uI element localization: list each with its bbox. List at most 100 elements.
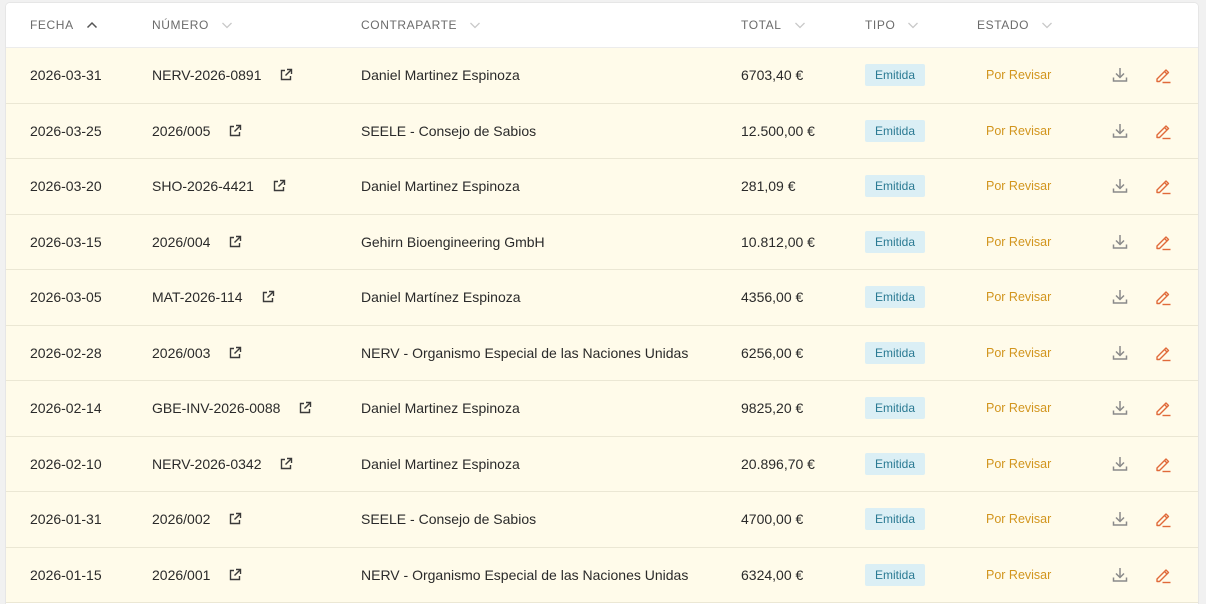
type-badge: Emitida [865, 286, 926, 309]
pencil-icon[interactable] [1152, 564, 1174, 586]
column-header-estado[interactable]: ESTADO [977, 3, 1053, 47]
type-badge: Emitida [865, 175, 926, 198]
download-icon[interactable] [1109, 286, 1131, 308]
type-badge: Emitida [865, 563, 926, 586]
cell-contraparte: Daniel Martinez Espinoza [361, 178, 520, 195]
cell-contraparte: NERV - Organismo Especial de las Nacione… [361, 344, 689, 361]
table-row[interactable]: 2026-03-05 MAT-2026-114 Daniel Martínez … [6, 270, 1198, 326]
cell-download [1109, 215, 1131, 270]
column-header-contraparte[interactable]: CONTRAPARTE [361, 3, 481, 47]
chevron-down-icon[interactable] [221, 21, 233, 29]
invoice-number: SHO-2026-4421 [152, 178, 254, 195]
cell-fecha: 2026-01-15 [30, 566, 102, 583]
cell-download [1109, 270, 1131, 325]
pencil-icon[interactable] [1152, 453, 1174, 475]
chevron-down-icon[interactable] [907, 21, 919, 29]
pencil-icon[interactable] [1152, 286, 1174, 308]
cell-estado: Por Revisar [986, 104, 1051, 159]
column-header-fecha[interactable]: FECHA [30, 3, 98, 47]
cell-tipo: Emitida [865, 492, 926, 547]
cell-estado: Por Revisar [986, 548, 1051, 603]
external-link-icon[interactable] [228, 346, 242, 360]
download-icon[interactable] [1109, 120, 1131, 142]
cell-tipo: Emitida [865, 437, 926, 492]
download-icon[interactable] [1109, 231, 1131, 253]
cell-estado: Por Revisar [986, 437, 1051, 492]
cell-numero: GBE-INV-2026-0088 [152, 381, 312, 436]
download-icon[interactable] [1109, 342, 1131, 364]
external-link-icon[interactable] [279, 68, 293, 82]
pencil-icon[interactable] [1152, 342, 1174, 364]
invoices-table: FECHA NÚMERO CONTRAPARTE TOTAL TIPO ESTA… [6, 3, 1198, 604]
table-row[interactable]: 2026-03-20 SHO-2026-4421 Daniel Martinez… [6, 159, 1198, 215]
cell-download [1109, 381, 1131, 436]
invoice-number: 2026/003 [152, 344, 211, 361]
cell-numero: NERV-2026-0891 [152, 48, 293, 103]
table-row[interactable]: 2026-01-31 2026/002 SEELE - Consejo de S… [6, 492, 1198, 548]
table-row[interactable]: 2026-01-15 2026/001 NERV - Organismo Esp… [6, 547, 1198, 603]
download-icon[interactable] [1109, 508, 1131, 530]
cell-download [1109, 326, 1131, 381]
invoice-number: NERV-2026-0891 [152, 67, 262, 84]
pencil-icon[interactable] [1152, 175, 1174, 197]
table-row[interactable]: 2026-03-31 NERV-2026-0891 Daniel Martine… [6, 48, 1198, 104]
cell-download [1109, 437, 1131, 492]
external-link-icon[interactable] [228, 568, 242, 582]
cell-total: 10.812,00 € [741, 233, 815, 250]
table-row[interactable]: 2026-02-10 NERV-2026-0342 Daniel Martine… [6, 436, 1198, 492]
pencil-icon[interactable] [1152, 120, 1174, 142]
chevron-down-icon[interactable] [1041, 21, 1053, 29]
status-label: Por Revisar [986, 401, 1052, 416]
type-badge: Emitida [865, 397, 926, 420]
external-link-icon[interactable] [298, 401, 312, 415]
table-row[interactable]: 2026-02-28 2026/003 NERV - Organismo Esp… [6, 325, 1198, 381]
cell-numero: MAT-2026-114 [152, 270, 275, 325]
status-label: Por Revisar [986, 234, 1052, 249]
chevron-down-icon[interactable] [794, 21, 806, 29]
type-badge: Emitida [865, 508, 926, 531]
cell-total: 4700,00 € [741, 511, 804, 528]
download-icon[interactable] [1109, 564, 1131, 586]
cell-tipo: Emitida [865, 270, 926, 325]
column-header-total[interactable]: TOTAL [741, 3, 806, 47]
cell-fecha: 2026-03-05 [30, 289, 102, 306]
cell-total: 6324,00 € [741, 566, 804, 583]
table-header: FECHA NÚMERO CONTRAPARTE TOTAL TIPO ESTA… [6, 3, 1198, 48]
cell-fecha: 2026-02-28 [30, 344, 102, 361]
table-row[interactable]: 2026-02-14 GBE-INV-2026-0088 Daniel Mart… [6, 381, 1198, 437]
column-header-total-label: TOTAL [741, 18, 782, 32]
cell-tipo: Emitida [865, 215, 926, 270]
cell-contraparte: Gehirn Bioengineering GmbH [361, 233, 545, 250]
external-link-icon[interactable] [272, 179, 286, 193]
cell-numero: 2026/001 [152, 548, 242, 603]
chevron-down-icon[interactable] [469, 21, 481, 29]
external-link-icon[interactable] [279, 457, 293, 471]
type-badge: Emitida [865, 119, 926, 142]
external-link-icon[interactable] [228, 512, 242, 526]
download-icon[interactable] [1109, 175, 1131, 197]
cell-numero: 2026/002 [152, 492, 242, 547]
table-row[interactable]: 2026-03-25 2026/005 SEELE - Consejo de S… [6, 103, 1198, 159]
cell-contraparte: SEELE - Consejo de Sabios [361, 122, 537, 139]
external-link-icon[interactable] [261, 290, 275, 304]
download-icon[interactable] [1109, 453, 1131, 475]
type-badge: Emitida [865, 230, 926, 253]
cell-contraparte: NERV - Organismo Especial de las Nacione… [361, 566, 689, 583]
chevron-up-icon[interactable] [86, 21, 98, 29]
cell-estado: Por Revisar [986, 492, 1051, 547]
invoice-number: 2026/005 [152, 122, 211, 139]
download-icon[interactable] [1109, 64, 1131, 86]
external-link-icon[interactable] [228, 124, 242, 138]
cell-edit [1152, 548, 1174, 603]
pencil-icon[interactable] [1152, 64, 1174, 86]
pencil-icon[interactable] [1152, 231, 1174, 253]
pencil-icon[interactable] [1152, 508, 1174, 530]
cell-download [1109, 159, 1131, 214]
external-link-icon[interactable] [228, 235, 242, 249]
table-row[interactable]: 2026-03-15 2026/004 Gehirn Bioengineerin… [6, 214, 1198, 270]
column-header-tipo[interactable]: TIPO [865, 3, 919, 47]
download-icon[interactable] [1109, 397, 1131, 419]
column-header-numero[interactable]: NÚMERO [152, 3, 233, 47]
type-badge: Emitida [865, 452, 926, 475]
pencil-icon[interactable] [1152, 397, 1174, 419]
